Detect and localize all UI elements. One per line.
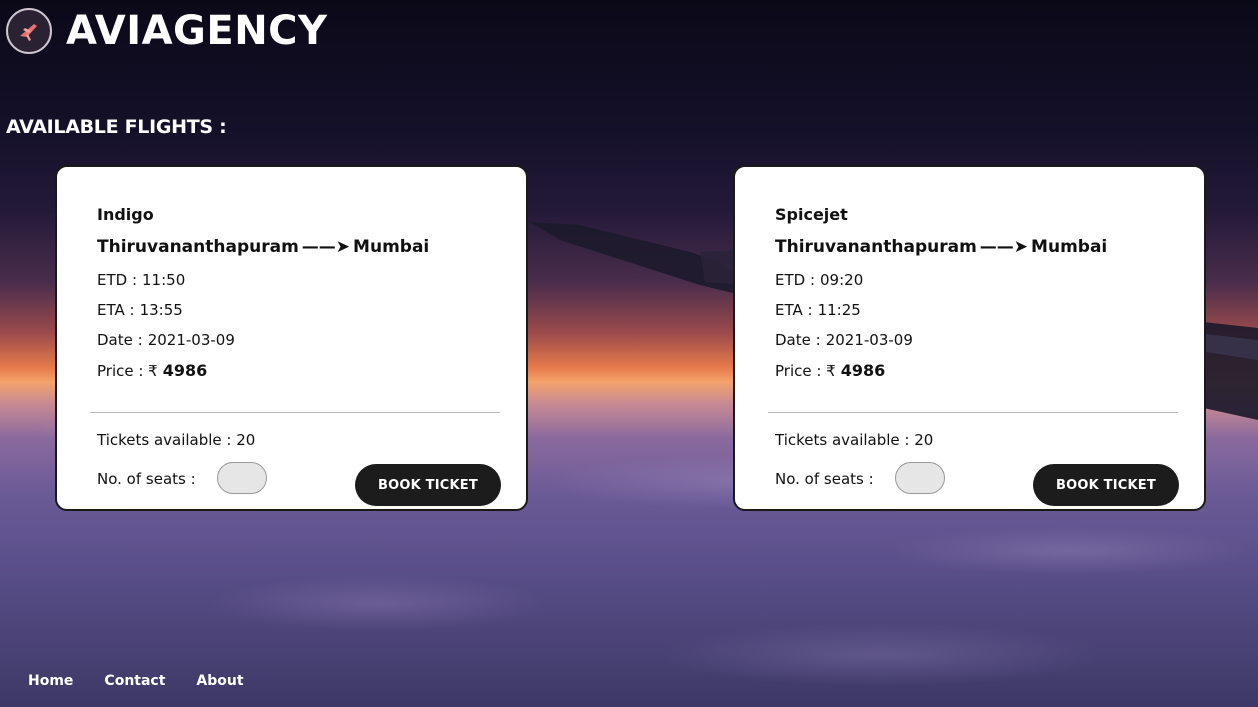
seats-label: No. of seats : [97, 470, 196, 488]
section-title: AVAILABLE FLIGHTS : [6, 116, 227, 138]
seats-input[interactable] [895, 462, 945, 494]
book-ticket-button[interactable]: BOOK TICKET [355, 464, 501, 506]
eta-row: ETA :11:25 [775, 301, 861, 319]
flight-route: Thiruvananthapuram ——➤ Mumbai [775, 237, 1107, 257]
seats-input[interactable] [217, 462, 267, 494]
eta-value: 13:55 [139, 301, 183, 319]
price-label: Price : ₹ [97, 362, 158, 380]
eta-label: ETA : [97, 301, 135, 319]
eta-row: ETA :13:55 [97, 301, 183, 319]
brand-title[interactable]: AVIAGENCY [66, 8, 328, 54]
price-value: 4986 [840, 361, 886, 380]
footer-link-contact[interactable]: Contact [104, 673, 165, 689]
date-row: Date :2021-03-09 [775, 331, 913, 349]
footer-link-home[interactable]: Home [28, 673, 73, 689]
date-label: Date : [775, 331, 821, 349]
etd-row: ETD :09:20 [775, 271, 863, 289]
tickets-available: Tickets available : 20 [97, 431, 256, 449]
date-value: 2021-03-09 [147, 331, 235, 349]
destination-city: Mumbai [353, 237, 430, 257]
origin-city: Thiruvananthapuram [97, 237, 299, 257]
footer-link-about[interactable]: About [196, 673, 243, 689]
footer-nav: Home Contact About [28, 673, 244, 689]
airline-name: Spicejet [775, 205, 848, 224]
flight-card: Indigo Thiruvananthapuram ——➤ Mumbai ETD… [55, 165, 528, 511]
etd-label: ETD : [97, 271, 138, 289]
price-row: Price : ₹4986 [775, 361, 885, 380]
header: AVIAGENCY [6, 8, 328, 54]
origin-city: Thiruvananthapuram [775, 237, 977, 257]
date-value: 2021-03-09 [825, 331, 913, 349]
date-label: Date : [97, 331, 143, 349]
page-background: AVIAGENCY AVAILABLE FLIGHTS : Indigo Thi… [0, 0, 1258, 707]
route-arrow-icon: ——➤ [979, 237, 1029, 257]
seats-label: No. of seats : [775, 470, 874, 488]
card-divider [90, 412, 500, 413]
date-row: Date :2021-03-09 [97, 331, 235, 349]
etd-value: 09:20 [820, 271, 864, 289]
price-row: Price : ₹4986 [97, 361, 207, 380]
eta-value: 11:25 [817, 301, 861, 319]
airline-name: Indigo [97, 205, 154, 224]
flight-route: Thiruvananthapuram ——➤ Mumbai [97, 237, 429, 257]
plane-logo-icon[interactable] [6, 8, 52, 54]
flight-card: Spicejet Thiruvananthapuram ——➤ Mumbai E… [733, 165, 1206, 511]
card-divider [768, 412, 1178, 413]
price-value: 4986 [162, 361, 208, 380]
tickets-available: Tickets available : 20 [775, 431, 934, 449]
eta-label: ETA : [775, 301, 813, 319]
etd-value: 11:50 [142, 271, 186, 289]
etd-label: ETD : [775, 271, 816, 289]
destination-city: Mumbai [1031, 237, 1108, 257]
etd-row: ETD :11:50 [97, 271, 185, 289]
route-arrow-icon: ——➤ [301, 237, 351, 257]
price-label: Price : ₹ [775, 362, 836, 380]
book-ticket-button[interactable]: BOOK TICKET [1033, 464, 1179, 506]
